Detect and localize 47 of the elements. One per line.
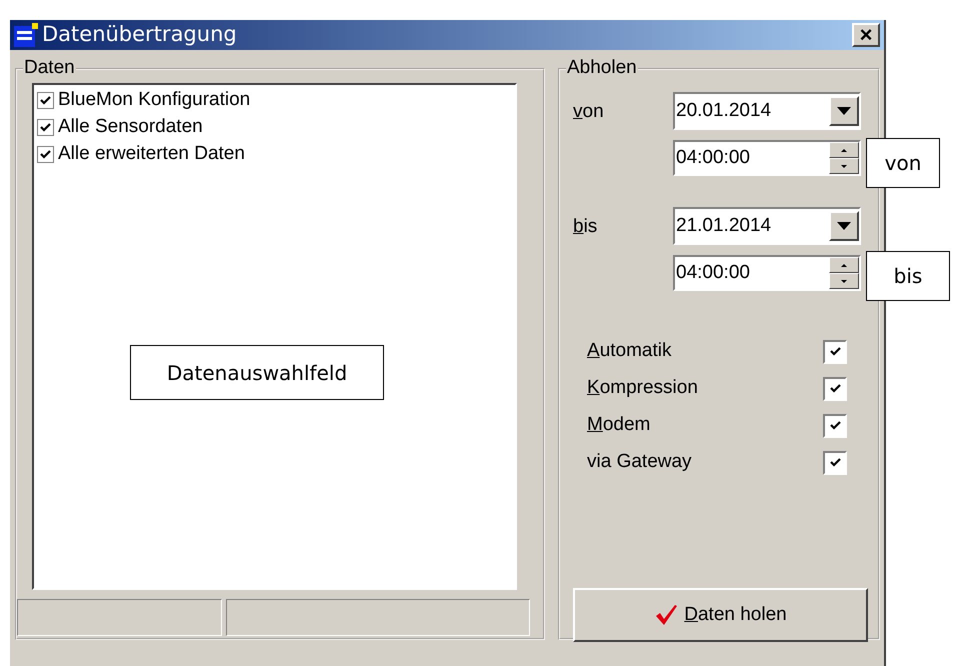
item-label: Alle Sensordaten [58, 115, 203, 140]
spin-up-button[interactable] [829, 257, 859, 273]
window-title: Datenübertragung [42, 21, 237, 48]
dropdown-button[interactable] [829, 211, 859, 241]
option-label: Kompression [587, 376, 698, 400]
option-label: Automatik [587, 339, 672, 364]
field-label: bis [573, 215, 598, 239]
option-label: via Gateway [587, 450, 692, 474]
checkmark-icon [40, 150, 51, 159]
checkmark-icon [830, 347, 840, 356]
checkbox[interactable] [37, 92, 54, 109]
item-label: BlueMon Konfiguration [58, 88, 250, 112]
close-button[interactable]: × [852, 23, 880, 47]
caret-down-icon [841, 164, 847, 168]
checkbox[interactable] [823, 376, 847, 400]
app-logo-icon [14, 23, 38, 47]
checkmark-icon [830, 421, 840, 430]
spin-up-button[interactable] [829, 142, 859, 158]
checkmark-icon [40, 96, 51, 105]
checkmark-icon [830, 458, 840, 467]
callout-label: von [866, 138, 940, 188]
caret-up-icon [841, 264, 847, 266]
checkmark-icon [40, 123, 51, 132]
option-label: Modem [587, 413, 650, 438]
checkbox[interactable] [823, 414, 847, 438]
item-label: Alle erweiterten Daten [58, 142, 245, 166]
checkbox[interactable] [823, 340, 847, 364]
caret-down-icon [837, 222, 851, 230]
checkbox[interactable] [37, 119, 54, 136]
checkbox[interactable] [37, 146, 54, 163]
checkbox[interactable] [823, 450, 847, 474]
spin-down-button[interactable] [829, 158, 859, 174]
dropdown-button[interactable] [829, 96, 859, 126]
date-dropdown[interactable]: 21.01.2014 [673, 207, 861, 245]
callout-label: Datenauswahlfeld [130, 345, 384, 400]
time-field[interactable]: 04:00:00 [673, 140, 861, 176]
caret-up-icon [841, 148, 847, 152]
checkmark-icon [654, 603, 678, 627]
fetch-button[interactable]: Daten holen [573, 588, 868, 642]
callout-label: bis [866, 251, 950, 301]
checkmark-icon [830, 384, 840, 393]
spin-down-button[interactable] [829, 273, 859, 289]
date-dropdown[interactable]: 20.01.2014 [673, 92, 861, 130]
field-label: von [573, 100, 605, 124]
caret-down-icon [837, 107, 851, 115]
time-field[interactable]: 04:00:00 [673, 255, 861, 291]
caret-down-icon [841, 280, 847, 282]
